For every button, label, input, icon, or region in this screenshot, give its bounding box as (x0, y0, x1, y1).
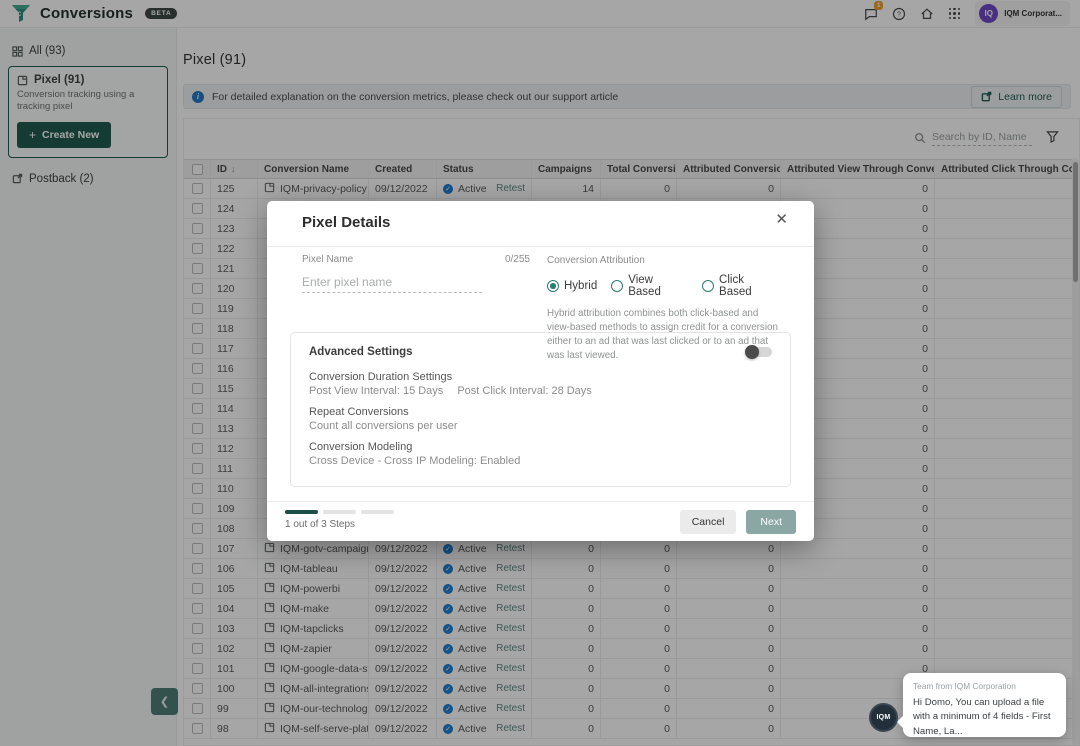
chat-sender: Team from IQM Corporation (913, 681, 1016, 691)
duration-settings-section: Conversion Duration Settings Post View I… (309, 371, 772, 397)
conversion-modeling-section: Conversion Modeling Cross Device - Cross… (309, 441, 772, 467)
pixel-name-input[interactable] (302, 273, 482, 293)
cancel-button[interactable]: Cancel (679, 510, 737, 534)
radio-unselected-icon (702, 280, 715, 292)
radio-click-based[interactable]: Click Based (702, 274, 779, 298)
pixel-details-modal: Pixel Details ✕ Pixel Name 0/255 Convers… (267, 201, 814, 541)
app-canvas: C Conversions BETA 1 ? IQ IQM Corporat..… (0, 0, 1080, 746)
next-button[interactable]: Next (746, 510, 796, 534)
radio-unselected-icon (611, 280, 624, 292)
radio-view-based[interactable]: View Based (611, 274, 688, 298)
repeat-conversions-label: Repeat Conversions (309, 406, 409, 418)
post-click-interval: Post Click Interval: 28 Days (457, 385, 592, 397)
attribution-label: Conversion Attribution (547, 255, 645, 266)
modal-title: Pixel Details (302, 214, 391, 231)
pixel-name-label: Pixel Name (302, 254, 354, 265)
conversion-modeling-label: Conversion Modeling (309, 441, 413, 453)
chat-message: Hi Domo, You can upload a file with a mi… (913, 697, 1051, 737)
repeat-conversions-value: Count all conversions per user (309, 420, 458, 432)
chat-avatar[interactable]: IQM (869, 703, 898, 732)
radio-hybrid[interactable]: Hybrid (547, 280, 597, 292)
advanced-settings-toggle[interactable] (745, 345, 772, 359)
close-icon[interactable]: ✕ (775, 212, 788, 227)
advanced-settings-box: Advanced Settings Conversion Duration Se… (290, 332, 791, 487)
step-progress-bars (285, 510, 394, 514)
char-counter: 0/255 (504, 254, 530, 265)
repeat-conversions-section: Repeat Conversions Count all conversions… (309, 406, 772, 432)
radio-selected-icon (547, 280, 559, 292)
chat-bubble[interactable]: Team from IQM Corporation Hi Domo, You c… (903, 673, 1066, 737)
conversion-modeling-value: Cross Device - Cross IP Modeling: Enable… (309, 455, 521, 467)
pixel-name-field: Pixel Name 0/255 (302, 254, 530, 293)
post-view-interval: Post View Interval: 15 Days (309, 385, 444, 397)
steps-text: 1 out of 3 Steps (285, 518, 356, 530)
advanced-settings-title: Advanced Settings (309, 346, 413, 358)
duration-settings-label: Conversion Duration Settings (309, 371, 453, 383)
modal-divider (267, 246, 814, 247)
modal-footer: 1 out of 3 Steps Cancel Next (267, 501, 814, 541)
